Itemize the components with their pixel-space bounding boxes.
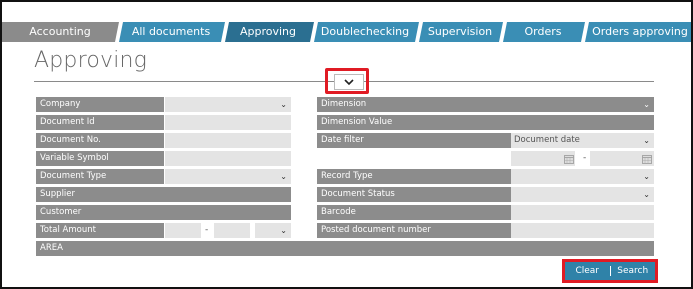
barcode-label: Barcode (317, 205, 511, 220)
variable-symbol-input[interactable] (165, 151, 291, 166)
highlight-expander (325, 68, 369, 94)
total-amount-to-input[interactable] (214, 223, 250, 238)
app-window: Accounting All documents Approving Doubl… (0, 0, 693, 289)
record-type-label: Record Type (317, 169, 511, 184)
tab-orders[interactable]: Orders (505, 22, 581, 42)
date-filter-select[interactable]: Document date ⌄ (511, 133, 654, 148)
tab-bar: Accounting All documents Approving Doubl… (2, 22, 691, 42)
dimension-select[interactable]: ⌄ (511, 97, 654, 112)
posted-document-number-input[interactable] (511, 223, 654, 238)
chevron-down-icon: ⌄ (643, 136, 650, 145)
dimension-value-label: Dimension Value (317, 115, 654, 130)
calendar-icon[interactable] (642, 154, 652, 164)
chevron-down-icon: ⌄ (280, 226, 287, 235)
tab-approving[interactable]: Approving (227, 22, 309, 42)
dimension-label: Dimension (317, 97, 511, 112)
total-amount-label: Total Amount (36, 223, 164, 238)
document-no-label: Document No. (36, 133, 164, 148)
chevron-down-icon: ⌄ (643, 172, 650, 181)
tab-all-documents[interactable]: All documents (123, 22, 219, 42)
chevron-down-icon: ⌄ (280, 172, 287, 181)
chevron-down-icon: ⌄ (643, 190, 650, 199)
clear-button[interactable]: Clear (565, 262, 610, 280)
calendar-icon[interactable] (564, 154, 574, 164)
tab-orders-approving[interactable]: Orders approving (591, 22, 689, 42)
date-filter-value: Document date (514, 135, 580, 145)
supplier-label: Supplier (36, 187, 291, 202)
document-status-label: Document Status (317, 187, 511, 202)
tab-doublechecking[interactable]: Doublechecking (316, 22, 414, 42)
company-select[interactable]: ⌄ (165, 97, 291, 112)
tab-accounting[interactable]: Accounting (10, 22, 110, 42)
posted-document-number-label: Posted document number (317, 223, 511, 238)
date-filter-label: Date filter (317, 133, 511, 148)
chevron-down-icon: ⌄ (280, 100, 287, 109)
document-status-select[interactable]: ⌄ (511, 187, 654, 202)
total-amount-from-input[interactable] (165, 223, 201, 238)
date-range-separator: - (583, 153, 587, 163)
document-type-select[interactable]: ⌄ (165, 169, 291, 184)
tab-supervision[interactable]: Supervision (421, 22, 499, 42)
area-label: AREA (36, 241, 654, 256)
record-type-select[interactable]: ⌄ (511, 169, 654, 184)
customer-label: Customer (36, 205, 291, 220)
barcode-input[interactable] (511, 205, 654, 220)
document-id-label: Document Id (36, 115, 164, 130)
search-button[interactable]: Search (611, 262, 656, 280)
document-type-label: Document Type (36, 169, 164, 184)
chevron-down-icon: ⌄ (643, 100, 650, 109)
currency-select[interactable]: ⌄ (255, 223, 291, 238)
company-label: Company (36, 97, 164, 112)
document-id-input[interactable] (165, 115, 291, 130)
variable-symbol-label: Variable Symbol (36, 151, 164, 166)
page-title: Approving (34, 48, 148, 73)
action-buttons: Clear Search (562, 259, 658, 283)
document-no-input[interactable] (165, 133, 291, 148)
amount-range-separator: - (205, 225, 209, 235)
